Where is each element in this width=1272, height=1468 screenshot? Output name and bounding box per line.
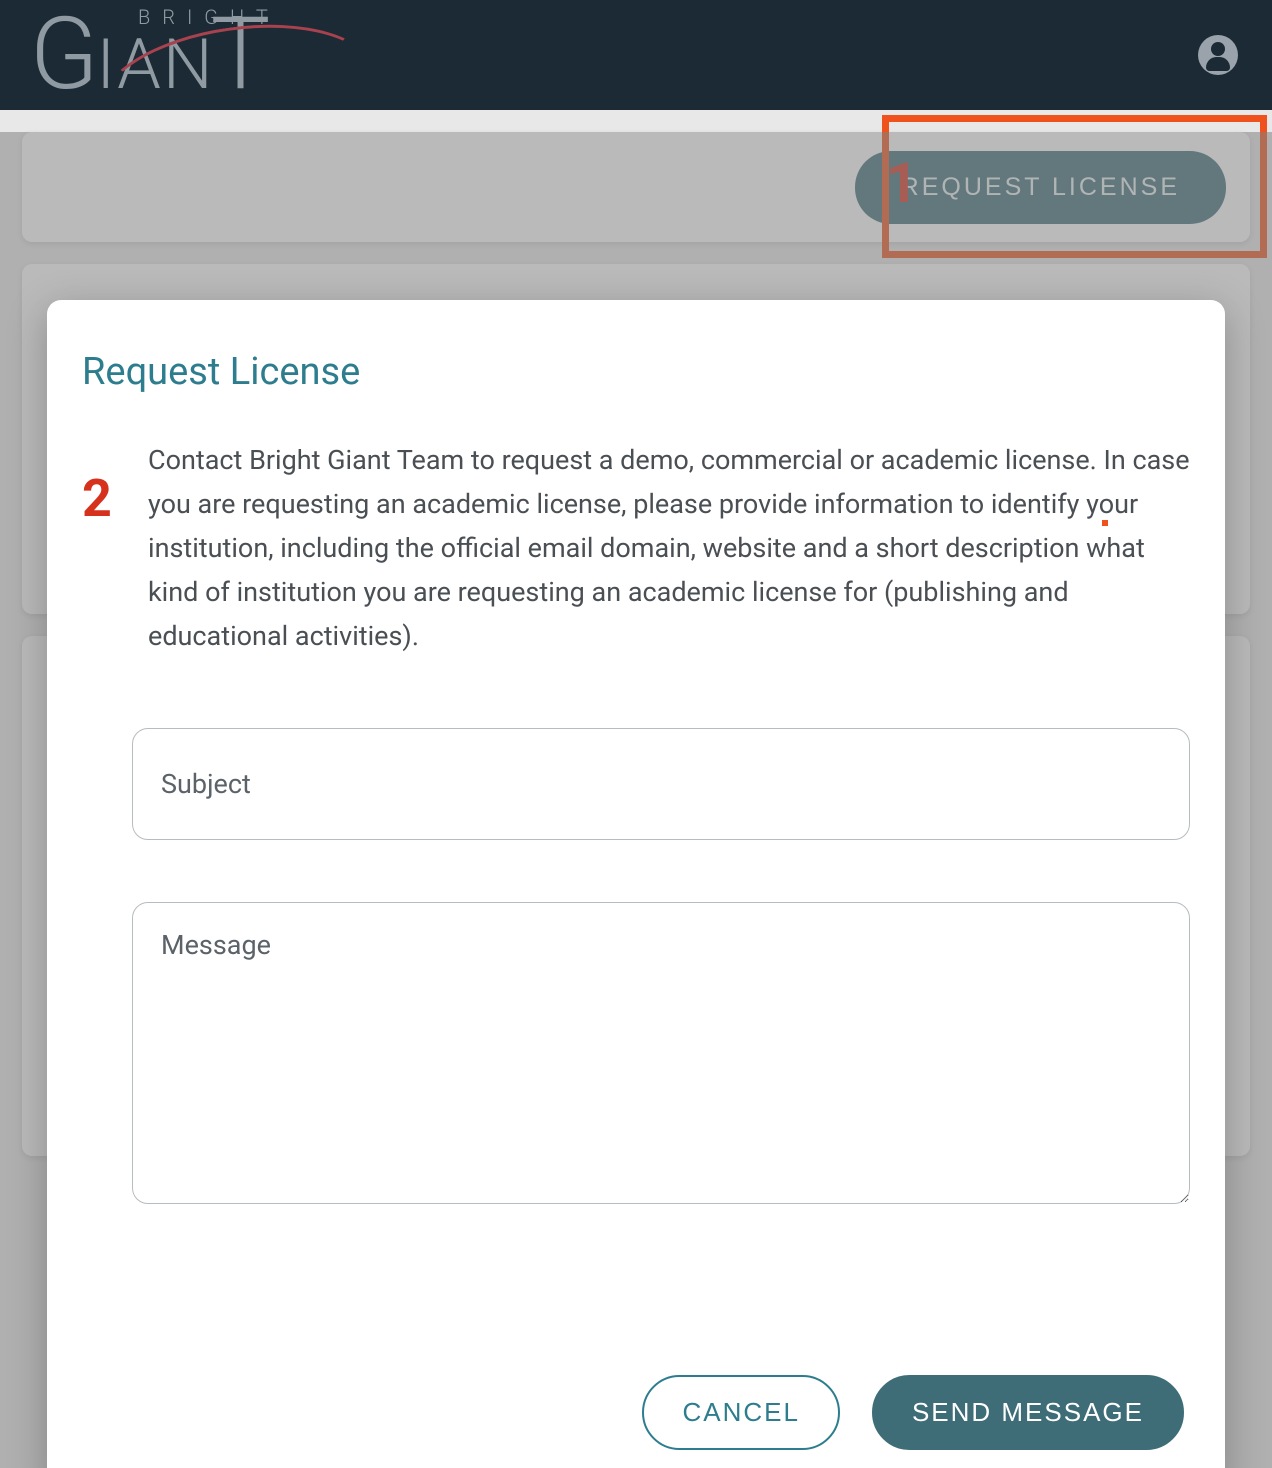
send-message-button[interactable]: SEND MESSAGE <box>872 1375 1184 1450</box>
cancel-button[interactable]: CANCEL <box>642 1375 839 1450</box>
user-avatar-icon[interactable] <box>1198 35 1238 75</box>
subject-input[interactable] <box>132 728 1190 840</box>
top-navbar: BRIGHT GIANT <box>0 0 1272 110</box>
modal-description-row: 2 Contact Bright Giant Team to request a… <box>82 438 1190 658</box>
request-license-modal: Request License 2 Contact Bright Giant T… <box>47 300 1225 1468</box>
modal-description-text: Contact Bright Giant Team to request a d… <box>148 438 1190 658</box>
annotation-underline <box>1102 520 1108 526</box>
modal-actions: CANCEL SEND MESSAGE <box>82 1315 1190 1450</box>
page-body: REQUEST LICENSE 1 Request License 2 Cont… <box>0 132 1272 1468</box>
modal-title: Request License <box>82 350 1190 394</box>
annotation-number-2: 2 <box>82 468 120 529</box>
brand-logo[interactable]: BRIGHT GIANT <box>30 5 320 105</box>
message-textarea[interactable] <box>132 902 1190 1204</box>
brand-big-text: GIANT <box>30 5 272 115</box>
modal-text-pre: Contact Bright Giant Team to request a d… <box>148 444 1104 476</box>
